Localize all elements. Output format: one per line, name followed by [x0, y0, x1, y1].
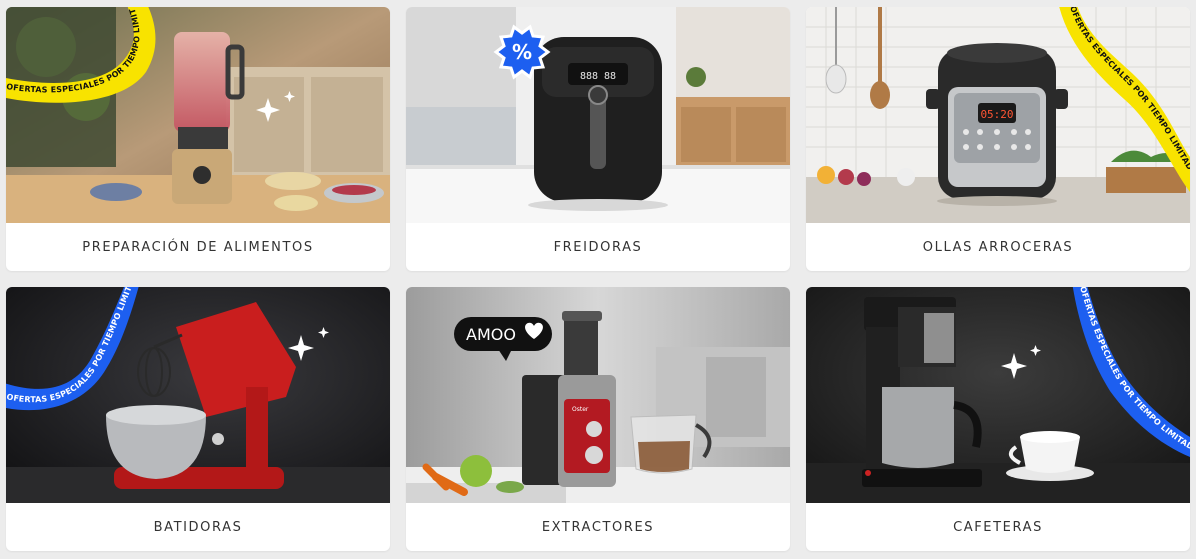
bubble-text: AMOO [466, 325, 516, 344]
category-card-cafeteras[interactable]: OFERTAS ESPECIALES POR TIEMPO LIMITADO C… [806, 287, 1190, 551]
category-card-preparacion[interactable]: OFERTAS ESPECIALES POR TIEMPO LIMITADO P… [6, 7, 390, 271]
blender-kitchen-photo: OFERTAS ESPECIALES POR TIEMPO LIMITADO [6, 7, 390, 223]
category-grid: OFERTAS ESPECIALES POR TIEMPO LIMITADO P… [0, 0, 1196, 559]
juicer-photo: Oster AMOO [406, 287, 790, 503]
category-card-freidoras[interactable]: 888 88 % FREIDORAS [406, 7, 790, 271]
category-label[interactable]: OLLAS ARROCERAS [806, 223, 1190, 271]
category-card-batidoras[interactable]: OFERTAS ESPECIALES POR TIEMPO LIMITADO B… [6, 287, 390, 551]
category-label[interactable]: CAFETERAS [806, 503, 1190, 551]
percent-symbol: % [512, 40, 532, 64]
stand-mixer-photo: OFERTAS ESPECIALES POR TIEMPO LIMITADO [6, 287, 390, 503]
category-image-pressure-cooker[interactable]: 05:20 OFERTAS ESPECIALES POR TIEMPO LIMI… [806, 7, 1190, 223]
category-label[interactable]: PREPARACIÓN DE ALIMENTOS [6, 223, 390, 271]
category-label[interactable]: BATIDORAS [6, 503, 390, 551]
category-image-juicer[interactable]: Oster AMOO [406, 287, 790, 503]
brand-text: Oster [572, 406, 589, 413]
category-image-coffee-maker[interactable]: OFERTAS ESPECIALES POR TIEMPO LIMITADO [806, 287, 1190, 503]
air-fryer-photo: 888 88 % [406, 7, 790, 223]
category-image-blender[interactable]: OFERTAS ESPECIALES POR TIEMPO LIMITADO [6, 7, 390, 223]
pressure-cooker-photo: 05:20 OFERTAS ESPECIALES POR TIEMPO LIMI… [806, 7, 1190, 223]
category-card-ollas[interactable]: 05:20 OFERTAS ESPECIALES POR TIEMPO LIMI… [806, 7, 1190, 271]
category-image-air-fryer[interactable]: 888 88 % [406, 7, 790, 223]
fryer-display-text: 888 88 [580, 71, 616, 82]
cooker-display-text: 05:20 [980, 108, 1013, 121]
category-image-stand-mixer[interactable]: OFERTAS ESPECIALES POR TIEMPO LIMITADO [6, 287, 390, 503]
category-label[interactable]: FREIDORAS [406, 223, 790, 271]
category-card-extractores[interactable]: Oster AMOO EXTRACTORES [406, 287, 790, 551]
coffee-maker-photo: OFERTAS ESPECIALES POR TIEMPO LIMITADO [806, 287, 1190, 503]
category-label[interactable]: EXTRACTORES [406, 503, 790, 551]
